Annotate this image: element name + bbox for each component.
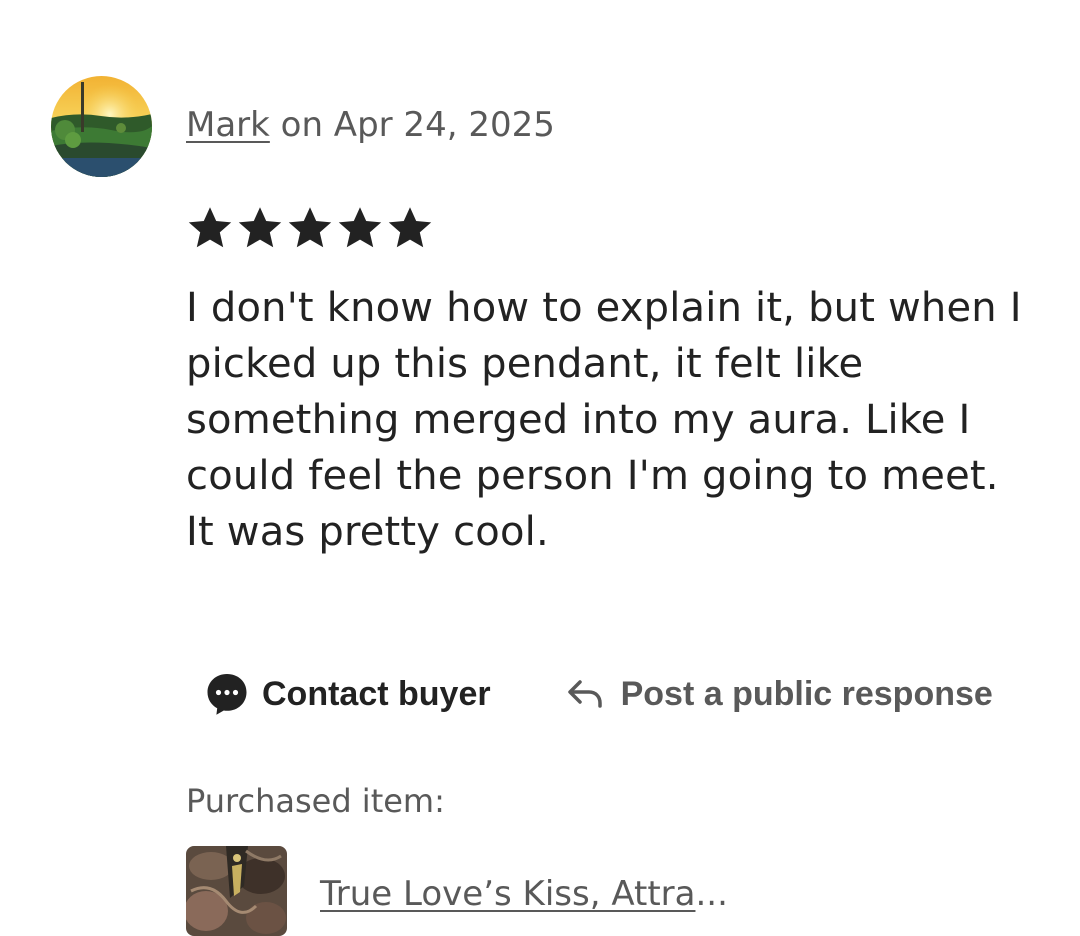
contact-buyer-label: Contact buyer [262, 674, 491, 713]
star-icon [286, 204, 334, 252]
chat-bubble-icon [206, 672, 248, 716]
avatar-image [51, 76, 152, 177]
reviewer-name-link[interactable]: Mark [186, 105, 270, 145]
post-public-response-label: Post a public response [620, 674, 993, 713]
post-public-response-button[interactable]: Post a public response [567, 675, 993, 714]
review-date: on Apr 24, 2025 [269, 105, 555, 145]
reply-arrow-icon [567, 679, 603, 709]
contact-buyer-button[interactable]: Contact buyer [206, 672, 491, 716]
title-ellipsis: ... [695, 874, 728, 914]
star-rating [186, 204, 434, 252]
star-icon [236, 204, 284, 252]
purchased-item-link[interactable]: True Love’s Kiss, Attra... [320, 873, 728, 915]
purchased-item-label: Purchased item: [186, 782, 445, 820]
item-thumbnail-image [186, 846, 287, 936]
purchased-item-title: True Love’s Kiss, Attra [320, 874, 696, 914]
review-byline: Mark on Apr 24, 2025 [186, 104, 555, 146]
review-actions: Contact buyer Post a public response [206, 668, 993, 720]
star-icon [186, 204, 234, 252]
star-icon [336, 204, 384, 252]
purchased-item-thumbnail[interactable] [186, 846, 287, 936]
review-text: I don't know how to explain it, but when… [186, 285, 1022, 555]
star-icon [386, 204, 434, 252]
reviewer-avatar[interactable] [51, 76, 152, 177]
